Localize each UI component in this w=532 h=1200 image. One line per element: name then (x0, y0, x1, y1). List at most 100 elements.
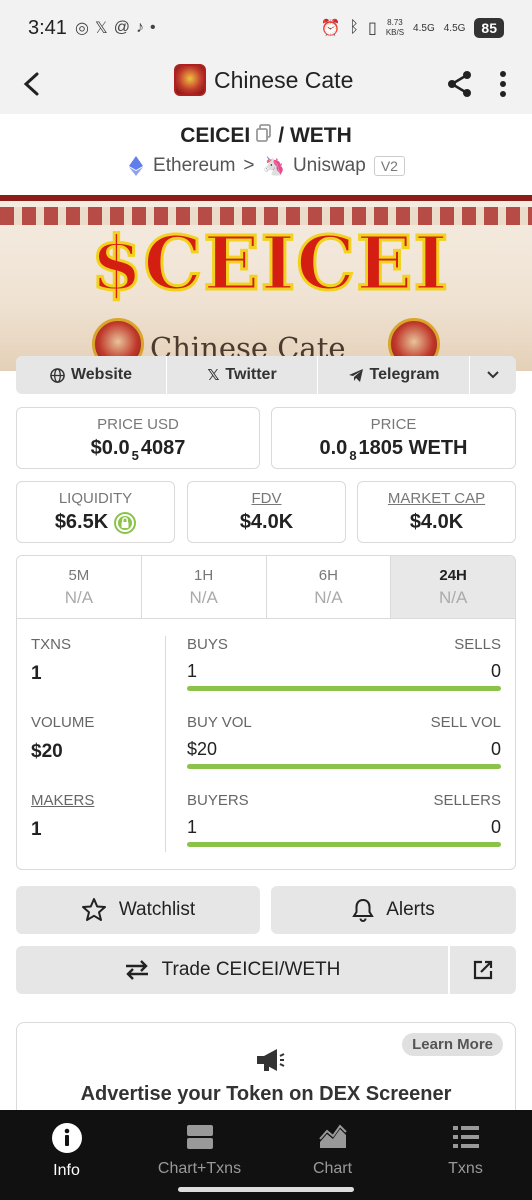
advertise-card[interactable]: Learn More Advertise your Token on DEX S… (16, 1022, 516, 1122)
bluetooth-icon: ᛒ (349, 19, 359, 36)
buys-value: 1 (187, 661, 198, 681)
page-title: Chinese Cate (214, 66, 354, 93)
pair-separator: / (278, 124, 285, 147)
megaphone-icon (257, 1049, 285, 1071)
chain-link[interactable]: Ethereum (153, 155, 235, 177)
market-cap-value: $4.0K (409, 511, 464, 533)
price-usd-value: $0.0 5 4087 (90, 437, 186, 463)
nav-txns-label: Txns (448, 1160, 483, 1177)
copy-icon (256, 124, 272, 143)
tab-24h[interactable]: 24H N/A (391, 556, 515, 618)
quote-token: WETH (289, 124, 352, 147)
website-link[interactable]: Website (16, 356, 167, 394)
external-link-icon (473, 960, 493, 980)
sim1-signal: 4.5G (413, 22, 435, 34)
price-native-label: PRICE (370, 416, 417, 433)
chevron-down-icon (487, 371, 499, 379)
nav-chart-txns-label: Chart+Txns (157, 1160, 242, 1177)
buys-sells-row: BUYS SELLS 1 0 (187, 636, 501, 714)
nav-info[interactable]: Info (0, 1110, 133, 1200)
liquidity-lock-icon[interactable] (114, 511, 137, 534)
tab-24h-value: N/A (438, 588, 468, 607)
timeframe-tabs: 5M N/A 1H N/A 6H N/A 24H N/A (17, 556, 515, 619)
back-arrow-icon (23, 72, 39, 96)
back-button[interactable] (14, 66, 50, 102)
chain-breadcrumb: Ethereum > 🦄 Uniswap V2 (0, 155, 532, 177)
stats-left-column: TXNS 1 VOLUME $20 MAKERS 1 (31, 636, 165, 869)
watchlist-label: Watchlist (118, 899, 196, 920)
ethereum-icon (129, 156, 144, 176)
tab-6h[interactable]: 6H N/A (267, 556, 392, 618)
fdv-label: FDV (251, 490, 282, 507)
makers-stat[interactable]: MAKERS 1 (31, 792, 165, 869)
tab-1h[interactable]: 1H N/A (142, 556, 267, 618)
market-cap-box[interactable]: MARKET CAP $4.0K (357, 481, 516, 543)
net-speed: 8.73 KB/S (385, 18, 405, 37)
token-title: Chinese Cate (174, 64, 353, 96)
nav-info-label: Info (53, 1162, 80, 1179)
stats-right-column: BUYS SELLS 1 0 BUY VOL SELL VOL $20 0 BUYERS… (187, 636, 501, 869)
price-native-value: 0.0 8 1805 WETH (319, 437, 468, 463)
txns-value: 1 (31, 663, 42, 684)
liquidity-box: LIQUIDITY $6.5K (16, 481, 175, 543)
watchlist-button[interactable]: Watchlist (16, 886, 260, 934)
buyers-value: 1 (187, 817, 198, 837)
makers-value: 1 (31, 819, 42, 840)
token-avatar (174, 64, 206, 96)
fdv-box[interactable]: FDV $4.0K (187, 481, 346, 543)
liquidity-label: LIQUIDITY (58, 490, 133, 507)
volume-stat: VOLUME $20 (31, 714, 165, 792)
open-external-button[interactable] (450, 946, 516, 994)
globe-icon (50, 367, 65, 383)
twitter-link[interactable]: 𝕏 Twitter (167, 356, 318, 394)
sell-vol-value: 0 (490, 739, 501, 759)
nav-txns[interactable]: Txns (399, 1110, 532, 1200)
advertise-text: Advertise your Token on DEX Screener (80, 1083, 452, 1105)
pair-name: CEICEI / WETH (0, 124, 532, 148)
buy-vol-label: BUY VOL (187, 714, 252, 731)
sellers-value: 0 (490, 817, 501, 837)
system-icons: ⏰ ᛒ ▯ 8.73 KB/S 4.5G 4.5G 85 (320, 18, 504, 38)
tab-1h-label: 1H (194, 567, 214, 584)
twitter-label: Twitter (225, 366, 277, 383)
txns-label: TXNS (31, 636, 72, 653)
home-indicator[interactable] (178, 1187, 354, 1192)
share-button[interactable] (442, 66, 478, 102)
more-links-button[interactable] (470, 356, 516, 394)
star-icon (81, 898, 106, 921)
fdv-value: $4.0K (239, 511, 294, 533)
copy-address-button[interactable] (256, 124, 272, 148)
app-header: Chinese Cate (0, 56, 532, 114)
threads-icon: @ (113, 19, 131, 36)
token-banner: $CEICEI Chinese Cate (0, 195, 532, 371)
trade-button[interactable]: Trade CEICEI/WETH (16, 946, 448, 994)
telegram-link[interactable]: Telegram (318, 356, 470, 394)
price-usd-label: PRICE USD (97, 416, 179, 433)
stats-panel: 5M N/A 1H N/A 6H N/A 24H N/A TXNS 1 VOLU… (16, 555, 516, 870)
tab-6h-value: N/A (314, 588, 343, 607)
status-time: 3:41 (28, 16, 67, 39)
liquidity-value-row: $6.5K (17, 511, 174, 534)
tab-5m[interactable]: 5M N/A (17, 556, 142, 618)
buy-vol-value: $20 (187, 739, 218, 759)
tiktok-icon: ♪ (136, 19, 145, 36)
tab-5m-value: N/A (64, 588, 94, 607)
trade-label: Trade CEICEI/WETH (161, 959, 341, 980)
more-options-button[interactable] (488, 66, 518, 102)
market-cap-label: MARKET CAP (387, 490, 486, 507)
notification-icons: ◎ 𝕏 @ ♪ • (75, 18, 156, 38)
status-bar: 3:41 ◎ 𝕏 @ ♪ • ⏰ ᛒ ▯ 8.73 KB/S 4.5G 4.5G … (0, 0, 532, 56)
stats-divider (165, 636, 166, 852)
buyers-label: BUYERS (187, 792, 249, 809)
learn-more-button[interactable]: Learn More (402, 1033, 503, 1056)
sells-label: SELLS (454, 636, 501, 653)
base-token: CEICEI (180, 124, 251, 147)
price-usd-box: PRICE USD $0.0 5 4087 (16, 407, 260, 469)
dex-link[interactable]: Uniswap (293, 155, 366, 177)
telegram-icon (348, 368, 363, 382)
tab-24h-label: 24H (439, 567, 467, 584)
chart-icon (318, 1124, 347, 1148)
price-native-box: PRICE 0.0 8 1805 WETH (271, 407, 516, 469)
swap-arrows-icon (125, 960, 148, 980)
alerts-button[interactable]: Alerts (271, 886, 516, 934)
